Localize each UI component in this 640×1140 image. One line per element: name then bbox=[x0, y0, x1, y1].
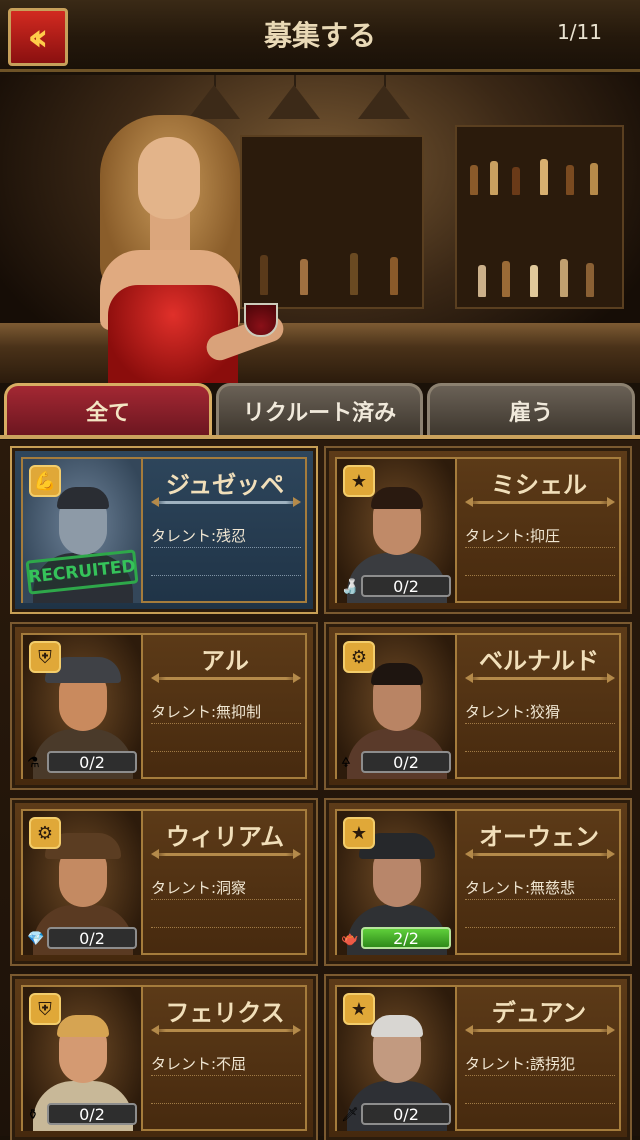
character-name: デュアン bbox=[491, 999, 587, 1027]
character-portrait: 💪 RECRUITED bbox=[23, 459, 143, 603]
character-talent: タレント:抑圧 bbox=[465, 527, 561, 545]
character-portrait: ⚙ 🜍 0/2 bbox=[337, 635, 457, 779]
character-card-bernardo[interactable]: ⚙ 🜍 0/2 ベルナルド タレント:狡猾 bbox=[324, 622, 632, 790]
recruit-progress: 0/2 bbox=[47, 1103, 137, 1125]
character-portrait: ⛨ ⚗ 0/2 bbox=[23, 635, 143, 779]
tab-hire[interactable]: 雇う bbox=[427, 383, 635, 435]
character-portrait: ⚙ 💎 0/2 bbox=[23, 811, 143, 955]
gem-icon: 💎 bbox=[27, 931, 45, 947]
character-portrait: ⛨ ⚱ 0/2 bbox=[23, 987, 143, 1131]
recruit-progress: 0/2 bbox=[361, 751, 451, 773]
character-name: ベルナルド bbox=[479, 647, 599, 675]
page-title: 募集する bbox=[263, 19, 376, 52]
flask-icon: ⚗ bbox=[27, 755, 40, 771]
character-talent: タレント:洞察 bbox=[151, 879, 247, 897]
recruit-progress: 0/2 bbox=[361, 1103, 451, 1125]
gear-icon: ⚙ bbox=[29, 817, 61, 849]
character-portrait: ★ 🫖 2/2 bbox=[337, 811, 457, 955]
tab-all[interactable]: 全て bbox=[4, 383, 212, 435]
shield-icon: ⛨ bbox=[29, 993, 61, 1025]
character-name: オーウェン bbox=[479, 823, 599, 851]
character-name: ウィリアム bbox=[165, 823, 285, 851]
character-card-owen[interactable]: ★ 🫖 2/2 オーウェン タレント:無慈悲 bbox=[324, 798, 632, 966]
recruit-progress: 0/2 bbox=[47, 927, 137, 949]
bottle-icon: 🍶 bbox=[341, 579, 359, 595]
character-talent: タレント:残忍 bbox=[151, 527, 247, 545]
character-card-felix[interactable]: ⛨ ⚱ 0/2 フェリクス タレント:不屈 bbox=[10, 974, 318, 1140]
star-icon: ★ bbox=[343, 465, 375, 497]
filter-tabs: 全て リクルート済み 雇う bbox=[0, 383, 640, 438]
wine-glass-icon bbox=[244, 303, 278, 337]
teapot-icon: 🫖 bbox=[341, 931, 359, 947]
character-card-al[interactable]: ⛨ ⚗ 0/2 アル タレント:無抑制 bbox=[10, 622, 318, 790]
character-name: ジュゼッペ bbox=[165, 471, 285, 499]
character-talent: タレント:誘拐犯 bbox=[465, 1055, 576, 1073]
tab-recruited[interactable]: リクルート済み bbox=[216, 383, 423, 435]
recruit-progress: 0/2 bbox=[361, 575, 451, 597]
character-talent: タレント:無慈悲 bbox=[465, 879, 576, 897]
character-portrait: ★ 🗡 0/2 bbox=[337, 987, 457, 1131]
character-talent: タレント:不屈 bbox=[151, 1055, 247, 1073]
muscle-icon: 💪 bbox=[29, 465, 61, 497]
character-card-william[interactable]: ⚙ 💎 0/2 ウィリアム タレント:洞察 bbox=[10, 798, 318, 966]
character-name: ミシェル bbox=[491, 471, 587, 499]
pipe-icon: 🜍 bbox=[341, 755, 351, 771]
character-card-duane[interactable]: ★ 🗡 0/2 デュアン タレント:誘拐犯 bbox=[324, 974, 632, 1140]
character-talent: タレント:狡猾 bbox=[465, 703, 561, 721]
star-icon: ★ bbox=[343, 817, 375, 849]
page-indicator: 1/11 bbox=[557, 20, 602, 44]
character-grid: 💪 RECRUITED ジュゼッペ タレント:残忍 ★ 🍶 0/2 ミシェル タ… bbox=[0, 440, 640, 1140]
knife-icon: 🗡 bbox=[341, 1107, 359, 1123]
recruit-progress: 2/2 bbox=[361, 927, 451, 949]
character-name: フェリクス bbox=[165, 999, 285, 1027]
header-bar: ‹‹ 募集する 1/11 bbox=[0, 0, 640, 72]
recruit-progress: 0/2 bbox=[47, 751, 137, 773]
character-card-michel[interactable]: ★ 🍶 0/2 ミシェル タレント:抑圧 bbox=[324, 446, 632, 614]
vase-icon: ⚱ bbox=[27, 1107, 39, 1123]
character-card-giuseppe[interactable]: 💪 RECRUITED ジュゼッペ タレント:残忍 bbox=[10, 446, 318, 614]
character-name: アル bbox=[201, 647, 249, 675]
hero-banner bbox=[0, 75, 640, 383]
gear-icon: ⚙ bbox=[343, 641, 375, 673]
character-portrait: ★ 🍶 0/2 bbox=[337, 459, 457, 603]
shield-icon: ⛨ bbox=[29, 641, 61, 673]
star-icon: ★ bbox=[343, 993, 375, 1025]
character-talent: タレント:無抑制 bbox=[151, 703, 262, 721]
